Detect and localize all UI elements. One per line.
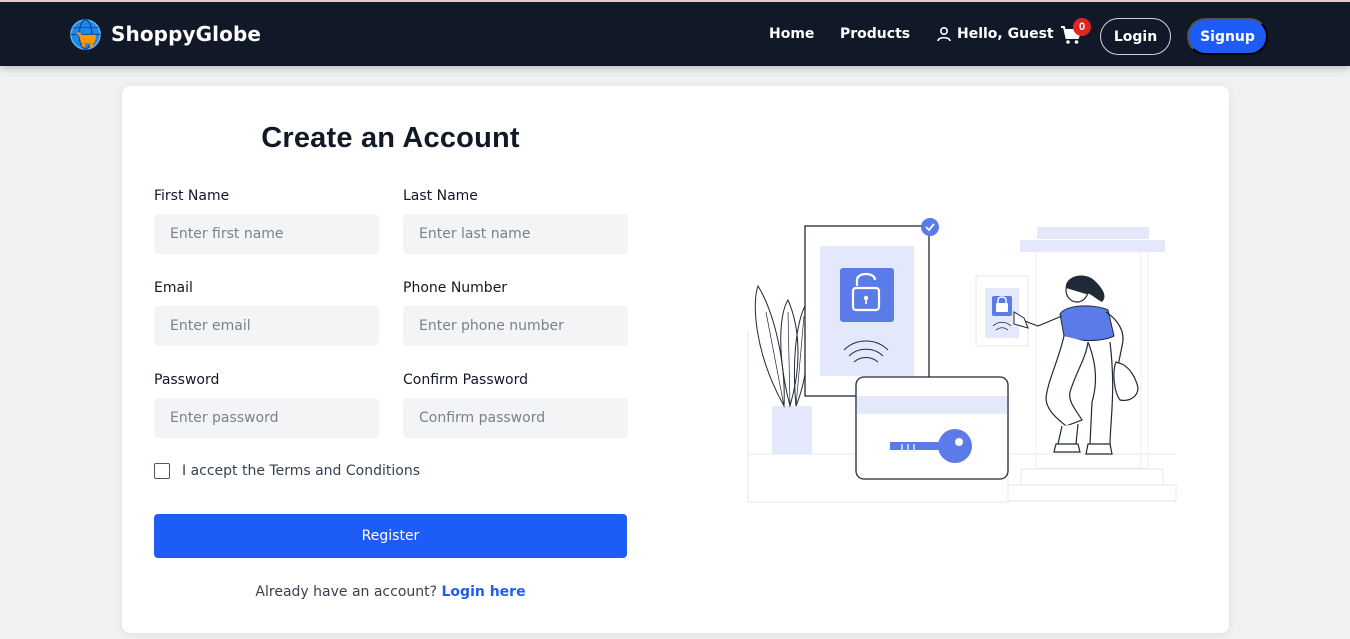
nav-products-link[interactable]: Products bbox=[840, 26, 910, 42]
greeting-text: Hello, Guest bbox=[957, 26, 1054, 42]
phone-input[interactable] bbox=[403, 306, 628, 346]
password-input[interactable] bbox=[154, 398, 379, 438]
brand-link[interactable]: ShoppyGlobe bbox=[68, 17, 261, 51]
register-card: Create an Account First Name Last Name E… bbox=[122, 86, 1229, 633]
globe-cart-icon bbox=[70, 18, 101, 50]
phone-label: Phone Number bbox=[403, 280, 508, 296]
cart-count-badge: 0 bbox=[1073, 18, 1091, 36]
page-title: Create an Account bbox=[261, 122, 520, 154]
first-name-input[interactable] bbox=[154, 214, 379, 254]
password-label: Password bbox=[154, 372, 220, 388]
user-icon bbox=[937, 26, 951, 42]
email-label: Email bbox=[154, 280, 193, 296]
terms-label[interactable]: I accept the Terms and Conditions bbox=[182, 463, 420, 479]
login-here-link[interactable]: Login here bbox=[442, 584, 526, 600]
login-prompt-text: Already have an account? bbox=[255, 584, 438, 600]
login-button[interactable]: Login bbox=[1100, 18, 1171, 55]
confirm-password-input[interactable] bbox=[403, 398, 628, 438]
secure-access-illustration bbox=[747, 218, 1177, 503]
signup-button[interactable]: Signup bbox=[1187, 18, 1268, 55]
cart-button[interactable]: 0 bbox=[1060, 18, 1091, 46]
terms-row: I accept the Terms and Conditions bbox=[154, 463, 420, 479]
email-input[interactable] bbox=[154, 306, 379, 346]
register-button[interactable]: Register bbox=[154, 514, 627, 558]
user-greeting: Hello, Guest bbox=[936, 26, 1054, 42]
terms-checkbox[interactable] bbox=[154, 463, 170, 479]
brand-name: ShoppyGlobe bbox=[111, 22, 262, 46]
navbar: ShoppyGlobe Home Products Hello, Guest 0… bbox=[0, 0, 1350, 66]
last-name-input[interactable] bbox=[403, 214, 628, 254]
last-name-label: Last Name bbox=[403, 188, 478, 204]
login-prompt: Already have an account? Login here bbox=[154, 584, 627, 600]
nav-home-link[interactable]: Home bbox=[769, 26, 814, 42]
first-name-label: First Name bbox=[154, 188, 230, 204]
confirm-password-label: Confirm Password bbox=[403, 372, 529, 388]
